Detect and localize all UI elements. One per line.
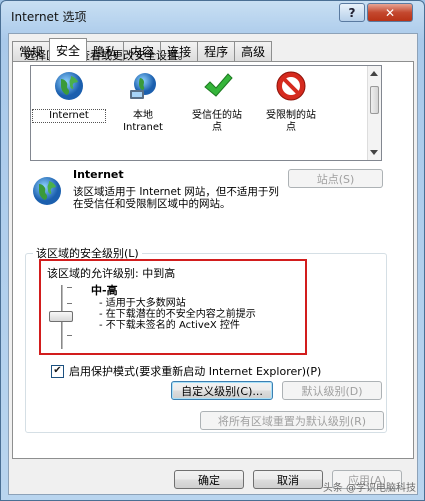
default-level-button[interactable]: 默认级别(D): [282, 381, 382, 400]
zone-internet[interactable]: Internet: [32, 70, 106, 123]
scroll-thumb[interactable]: [370, 86, 379, 114]
protected-mode-label[interactable]: 启用保护模式(要求重新启动 Internet Explorer)(P): [69, 363, 321, 379]
zone-label-internet: Internet: [32, 109, 106, 123]
zone-label-trusted: 受信任的站 点: [192, 110, 242, 133]
cancel-button[interactable]: 取消: [253, 470, 323, 489]
custom-level-button[interactable]: 自定义级别(C)...: [171, 381, 273, 400]
window-title: Internet 选项: [11, 10, 87, 24]
slider-tick: [67, 303, 72, 304]
zone-list[interactable]: Internet 本地 Intranet 受信任的站 点 受限制的站 点: [30, 65, 382, 161]
reset-all-zones-button[interactable]: 将所有区域重置为默认级别(R): [200, 411, 384, 430]
bullet-line: - 不下载未签名的 ActiveX 控件: [99, 320, 240, 331]
zone-local-intranet[interactable]: 本地 Intranet: [107, 70, 179, 134]
help-button[interactable]: ?: [339, 3, 365, 22]
security-level-name: 中-高: [91, 284, 118, 297]
selected-zone-name: Internet: [73, 168, 124, 181]
zone-trusted-sites[interactable]: 受信任的站 点: [181, 70, 253, 134]
tab-security[interactable]: 安全: [49, 38, 88, 61]
scroll-down-icon[interactable]: [370, 150, 378, 155]
ok-button[interactable]: 确定: [174, 470, 244, 489]
internet-options-window: Internet 选项 ? ✕ 常规 安全 隐私 内容 连接 程序 高级 选择区…: [0, 0, 425, 501]
protected-mode-checkbox[interactable]: ✔: [51, 364, 64, 378]
globe-icon: [55, 72, 83, 100]
restricted-no-entry-icon: [276, 71, 306, 101]
slider-tick: [67, 287, 72, 288]
protected-mode-row[interactable]: ✔ 启用保护模式(要求重新启动 Internet Explorer)(P): [51, 363, 321, 379]
close-button[interactable]: ✕: [367, 3, 413, 22]
sites-button[interactable]: 站点(S): [288, 169, 383, 188]
bullet-line: - 适用于大多数网站: [99, 298, 186, 309]
intranet-icon: [130, 73, 156, 99]
zone-list-scrollbar[interactable]: [367, 66, 381, 160]
tab-programs[interactable]: 程序: [197, 41, 236, 61]
zone-label-restricted: 受限制的站 点: [266, 110, 316, 133]
watermark-text: 头条 @学识电脑科技: [322, 483, 416, 494]
zone-description: 该区域适用于 Internet 网站，但不适用于列在受信任和受限制区域中的网站。: [73, 186, 279, 210]
security-level-bullets: - 适用于大多数网站 - 在下载潜在的不安全内容之前提示 - 不下载未签名的 A…: [99, 298, 256, 331]
globe-icon: [33, 177, 61, 205]
title-bar[interactable]: Internet 选项 ? ✕: [1, 1, 424, 31]
slider-tick: [67, 335, 72, 336]
bullet-line: - 在下载潜在的不安全内容之前提示: [99, 309, 256, 320]
scroll-up-icon[interactable]: [370, 71, 378, 76]
allowed-levels-text: 该区域的允许级别: 中到高: [47, 267, 176, 280]
security-slider-thumb[interactable]: [49, 311, 73, 322]
zone-label-intranet: 本地 Intranet: [123, 110, 163, 133]
tab-advanced[interactable]: 高级: [234, 41, 273, 61]
zone-restricted-sites[interactable]: 受限制的站 点: [255, 70, 327, 134]
trusted-checkmark-icon: [204, 73, 233, 97]
